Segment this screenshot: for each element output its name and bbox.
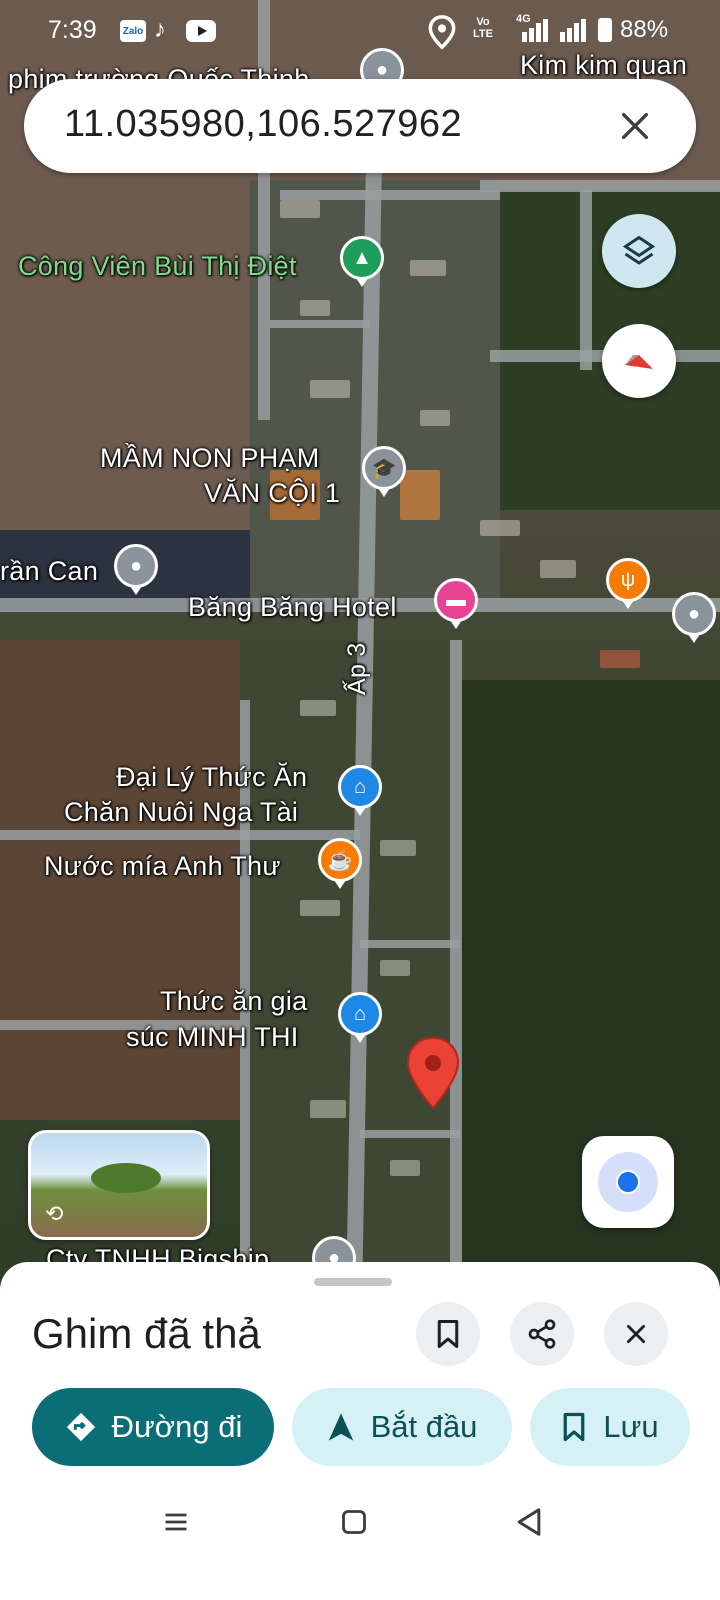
street-view-thumbnail[interactable]: ⟲ bbox=[28, 1130, 210, 1240]
tiktok-icon: ♪ bbox=[154, 16, 166, 43]
battery-icon bbox=[598, 18, 612, 42]
search-query[interactable]: 11.035980,106.527962 bbox=[64, 103, 462, 146]
navigation-arrow-icon bbox=[328, 1413, 353, 1441]
hotel-label: Băng Băng Hotel bbox=[188, 592, 397, 622]
system-nav-bar bbox=[0, 1480, 720, 1600]
shop-label: súc MINH THI bbox=[126, 1022, 299, 1052]
home-icon[interactable] bbox=[340, 1508, 368, 1536]
park-tree-icon[interactable]: ▲ bbox=[340, 236, 384, 287]
dropped-pin-icon[interactable] bbox=[406, 1036, 460, 1110]
battery-percent: 88% bbox=[620, 16, 669, 43]
directions-icon bbox=[66, 1412, 95, 1442]
layers-icon bbox=[622, 235, 656, 265]
bookmark-icon bbox=[564, 1412, 585, 1442]
close-icon bbox=[627, 1325, 645, 1343]
shop-label: Đại Lý Thức Ăn bbox=[116, 762, 308, 792]
my-location-button[interactable] bbox=[582, 1136, 674, 1228]
shop-label: Thức ăn gia bbox=[160, 986, 308, 1016]
layers-button[interactable] bbox=[602, 214, 676, 288]
zalo-icon: Zalo bbox=[120, 20, 146, 42]
back-icon[interactable] bbox=[514, 1506, 544, 1538]
close-sheet-button[interactable] bbox=[604, 1302, 668, 1366]
compass-icon bbox=[625, 355, 653, 369]
cafe-label: Nước mía Anh Thư bbox=[44, 851, 281, 881]
rotate-360-icon: ⟲ bbox=[45, 1201, 64, 1226]
shopping-bag-icon[interactable]: ⌂ bbox=[338, 765, 382, 816]
location-dot-icon bbox=[598, 1152, 658, 1212]
start-label: Bắt đầu bbox=[370, 1409, 478, 1444]
bookmark-icon bbox=[437, 1320, 459, 1348]
school-icon[interactable]: 🎓 bbox=[362, 446, 406, 497]
location-pin-icon[interactable]: ● bbox=[114, 544, 158, 595]
directions-label: Đường đi bbox=[111, 1409, 243, 1444]
shop-label: Chăn Nuôi Nga Tài bbox=[64, 797, 299, 827]
signal-strength-icon bbox=[522, 19, 586, 42]
shopping-bag-icon[interactable]: ⌂ bbox=[338, 992, 382, 1043]
recent-apps-icon[interactable] bbox=[162, 1508, 190, 1536]
hotel-bed-icon[interactable]: ▬ bbox=[434, 578, 478, 629]
cafe-cup-icon[interactable]: ☕ bbox=[318, 838, 362, 889]
save-button[interactable]: Lưu bbox=[530, 1388, 690, 1466]
save-label: Lưu bbox=[603, 1409, 659, 1444]
restaurant-icon[interactable]: ψ bbox=[606, 558, 650, 609]
compass-button[interactable] bbox=[602, 324, 676, 398]
close-icon[interactable] bbox=[618, 109, 652, 143]
save-bookmark-button[interactable] bbox=[416, 1302, 480, 1366]
road-label: Ấp 3 bbox=[343, 642, 371, 695]
share-button[interactable] bbox=[510, 1302, 574, 1366]
gps-pin-icon bbox=[428, 15, 456, 50]
park-label: Công Viên Bùi Thị Điệt bbox=[18, 251, 297, 281]
volte-indicator: Vo LTE bbox=[473, 16, 493, 40]
youtube-icon bbox=[186, 20, 216, 42]
location-pin-icon[interactable]: ● bbox=[672, 592, 716, 643]
zalo-label: Zalo bbox=[122, 25, 144, 37]
school-label: VĂN CỘI 1 bbox=[204, 478, 341, 508]
status-bar: 7:39 Zalo ♪ Vo LTE 4G 88% bbox=[0, 0, 720, 64]
share-icon bbox=[528, 1319, 556, 1349]
poi-label: rần Can bbox=[0, 556, 99, 586]
search-bar[interactable]: 11.035980,106.527962 bbox=[24, 79, 696, 173]
map-view[interactable]: phim trường Quốc Thịnh Kim kim quan Công… bbox=[0, 0, 720, 1300]
directions-button[interactable]: Đường đi bbox=[32, 1388, 274, 1466]
start-navigation-button[interactable]: Bắt đầu bbox=[292, 1388, 512, 1466]
place-title: Ghim đã thả bbox=[32, 1310, 261, 1357]
school-label: MẦM NON PHẠM bbox=[100, 443, 320, 473]
drag-handle[interactable] bbox=[314, 1278, 392, 1286]
clock: 7:39 bbox=[48, 16, 97, 44]
